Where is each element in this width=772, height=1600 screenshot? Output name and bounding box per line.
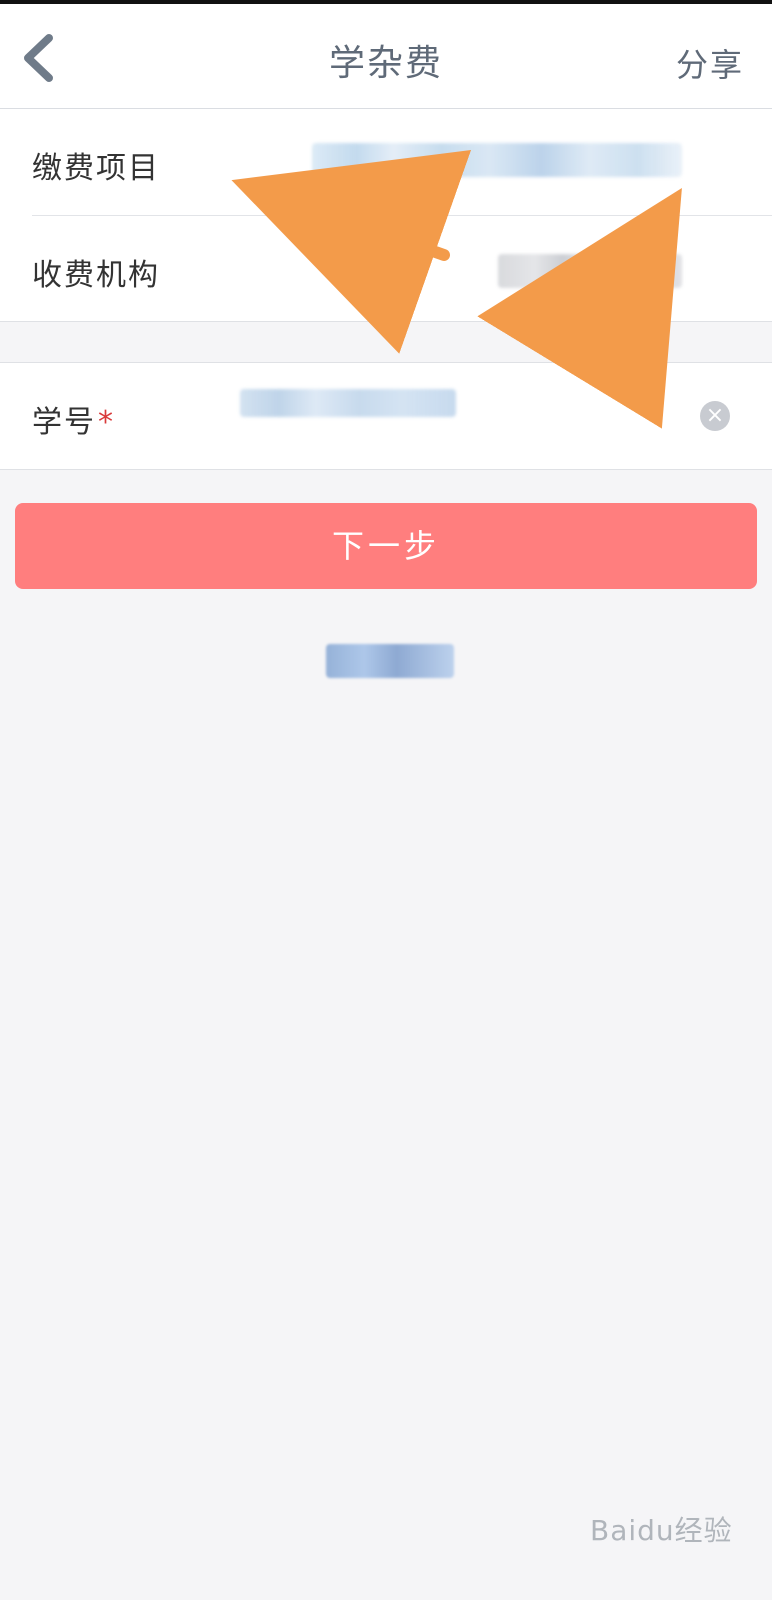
student-id-label-text: 学号 — [32, 405, 96, 440]
top-nav: 学杂费 分享 — [0, 4, 772, 109]
watermark-text: Baidu经验 — [590, 1514, 733, 1547]
page-title: 学杂费 — [328, 43, 443, 84]
payment-item-label: 缴费项目 — [32, 151, 160, 186]
next-step-button[interactable]: 下一步 — [15, 503, 757, 589]
student-id-label: 学号* — [32, 397, 115, 441]
clear-icon[interactable]: × — [700, 401, 730, 431]
watermark: Baidu经验 — [590, 1495, 740, 1567]
charging-org-row: 收费机构 — [0, 216, 772, 322]
payment-item-value — [312, 143, 682, 177]
charging-org-label: 收费机构 — [32, 258, 160, 293]
student-id-input[interactable] — [240, 389, 456, 417]
charging-org-value — [498, 254, 682, 288]
student-id-card: 学号* × — [0, 362, 772, 470]
share-button[interactable]: 分享 — [676, 40, 744, 86]
required-mark: * — [98, 405, 115, 440]
payment-item-row: 缴费项目 — [0, 109, 772, 215]
footer-link[interactable] — [326, 644, 454, 678]
payment-info-card: 缴费项目 收费机构 — [0, 109, 772, 322]
